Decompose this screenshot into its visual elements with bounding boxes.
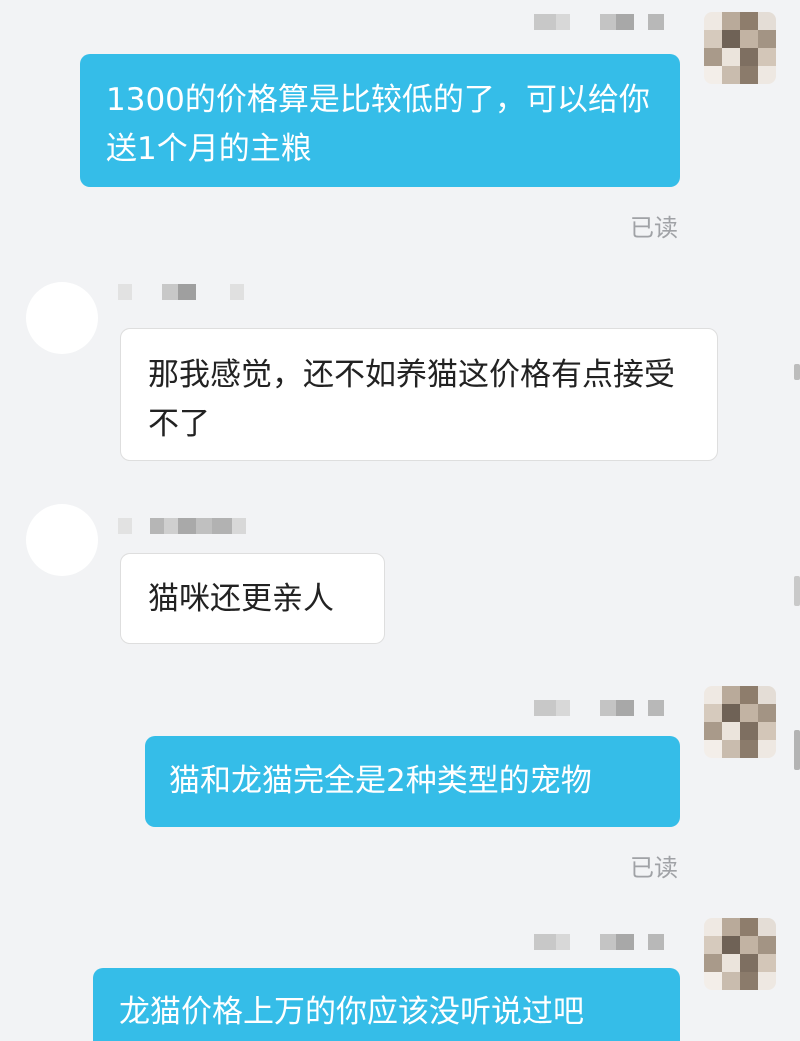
message-bubble-outgoing[interactable]: 猫和龙猫完全是2种类型的宠物 xyxy=(145,736,680,827)
message-bubble-incoming[interactable]: 那我感觉，还不如养猫这价格有点接受不了 xyxy=(120,328,718,461)
nickname-self xyxy=(534,934,664,950)
self-avatar-icon[interactable] xyxy=(704,12,776,84)
message-bubble-outgoing[interactable]: 1300的价格算是比较低的了，可以给你送1个月的主粮 xyxy=(80,54,680,187)
nickname-contact xyxy=(118,518,246,534)
self-avatar-icon[interactable] xyxy=(704,686,776,758)
message-bubble-outgoing[interactable]: 龙猫价格上万的你应该没听说过吧 xyxy=(93,968,680,1041)
nickname-self xyxy=(534,14,664,30)
edge-fragment xyxy=(794,730,800,770)
edge-fragment xyxy=(794,576,800,606)
read-receipt: 已读 xyxy=(630,214,678,242)
contact-avatar-icon[interactable] xyxy=(26,282,98,354)
message-bubble-incoming[interactable]: 猫咪还更亲人 xyxy=(120,553,385,644)
contact-avatar-icon[interactable] xyxy=(26,504,98,576)
read-receipt: 已读 xyxy=(630,854,678,882)
self-avatar-icon[interactable] xyxy=(704,918,776,990)
nickname-contact xyxy=(118,284,244,300)
chat-view: 1300的价格算是比较低的了，可以给你送1个月的主粮 已读 那我感觉，还不如养猫… xyxy=(0,0,800,1041)
edge-fragment xyxy=(794,364,800,380)
nickname-self xyxy=(534,700,664,716)
